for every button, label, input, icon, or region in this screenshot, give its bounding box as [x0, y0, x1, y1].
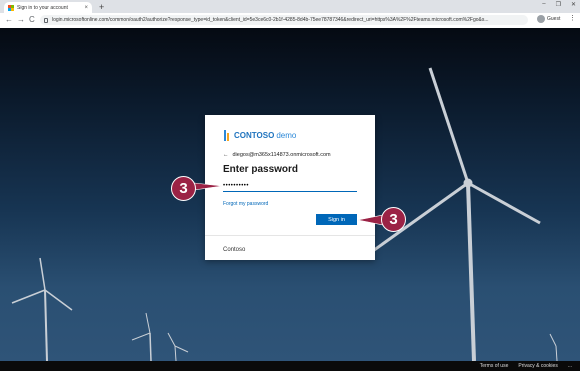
kebab-menu-icon[interactable]: ⋮: [569, 14, 576, 22]
address-bar[interactable]: login.microsoftonline.com/common/oauth2/…: [40, 15, 528, 25]
new-tab-button[interactable]: +: [99, 2, 104, 12]
tab-close-button[interactable]: ×: [84, 5, 88, 11]
window-controls: – ❐ ✕: [542, 1, 576, 8]
page-footer-bar: Terms of use Privacy & cookies ...: [0, 361, 580, 371]
profile-button[interactable]: Guest: [537, 15, 560, 23]
close-window-button[interactable]: ✕: [571, 1, 576, 8]
more-options-icon[interactable]: ...: [568, 363, 572, 369]
browser-tab[interactable]: Sign in to your account ×: [4, 2, 92, 13]
step-badge-password: 3: [171, 176, 196, 201]
back-arrow-icon[interactable]: ←: [5, 15, 13, 24]
url-text: login.microsoftonline.com/common/oauth2/…: [52, 17, 489, 23]
minimize-button[interactable]: –: [542, 1, 545, 8]
forward-arrow-icon[interactable]: →: [17, 15, 25, 24]
page-content: CONTOSO demo ← diegos@m365x114873.onmicr…: [0, 28, 580, 361]
callout-arrows: [193, 182, 384, 226]
terms-link[interactable]: Terms of use: [480, 363, 509, 369]
callout-arrow-left: [193, 182, 223, 191]
step-badge-signin: 3: [381, 207, 406, 232]
browser-toolbar: ← → C login.microsoftonline.com/common/o…: [0, 13, 580, 29]
maximize-button[interactable]: ❐: [556, 1, 561, 8]
callout-arrow-right: [357, 214, 384, 226]
privacy-link[interactable]: Privacy & cookies: [518, 363, 557, 369]
avatar: [537, 15, 545, 23]
lock-icon: [44, 17, 48, 23]
profile-label: Guest: [547, 16, 561, 22]
tab-title: Sign in to your account: [17, 4, 68, 11]
reload-icon[interactable]: C: [29, 15, 35, 24]
microsoft-logo-icon: [8, 4, 14, 11]
browser-chrome: Sign in to your account × + – ❐ ✕ ← → C …: [0, 0, 580, 29]
